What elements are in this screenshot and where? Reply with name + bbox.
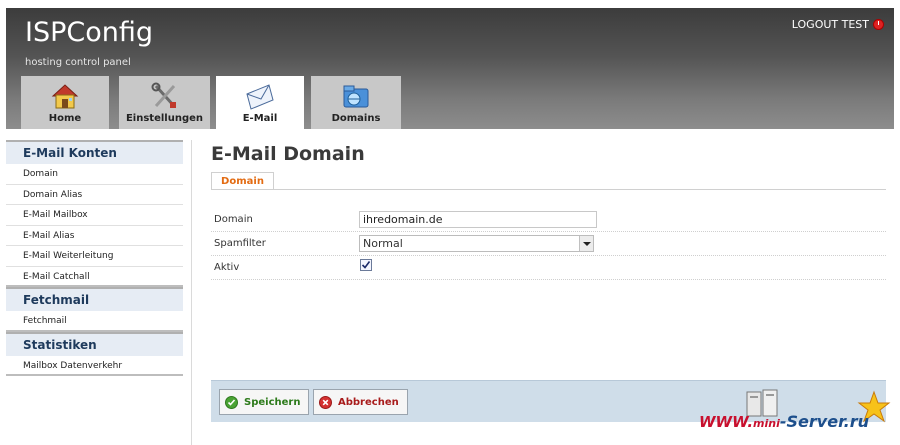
aktiv-label: Aktiv: [214, 262, 240, 273]
tab-domains[interactable]: Domains: [311, 76, 401, 129]
spamfilter-value: Normal: [363, 237, 403, 250]
sidebar-divider: [191, 140, 192, 445]
chevron-down-icon[interactable]: [579, 236, 593, 251]
sidebar: E-Mail Konten Domain Domain Alias E-Mail…: [6, 140, 183, 376]
watermark-mini: mini: [753, 417, 780, 430]
cancel-circle-icon: [319, 395, 332, 409]
cancel-button[interactable]: Abbrechen: [313, 389, 408, 415]
form-row-aktiv: Aktiv: [211, 256, 886, 280]
page-title: E-Mail Domain: [211, 143, 365, 165]
domains-icon: [343, 85, 369, 108]
logout-button[interactable]: LOGOUT TEST: [792, 18, 884, 31]
save-button[interactable]: Speichern: [219, 389, 310, 415]
power-icon: [873, 19, 884, 30]
envelope-icon: [246, 84, 274, 110]
form-row-spamfilter: Spamfilter Normal: [211, 232, 886, 256]
tab-einstellungen[interactable]: Einstellungen: [119, 76, 210, 129]
spamfilter-label: Spamfilter: [214, 238, 266, 249]
app-header: ISPConfig hosting control panel LOGOUT T…: [6, 8, 894, 129]
logout-label: LOGOUT TEST: [791, 18, 869, 31]
tab-einstellungen-label: Einstellungen: [125, 113, 204, 124]
tools-icon: [151, 82, 176, 108]
tab-home[interactable]: Home: [21, 76, 109, 129]
domain-label: Domain: [214, 214, 253, 225]
tab-email[interactable]: E-Mail: [216, 76, 304, 129]
sidebar-item-fetchmail[interactable]: Fetchmail: [6, 311, 183, 332]
sidebar-item-domain[interactable]: Domain: [6, 164, 183, 185]
sidebar-item-email-alias[interactable]: E-Mail Alias: [6, 226, 183, 246]
tab-home-label: Home: [48, 113, 82, 124]
cancel-button-label: Abbrechen: [338, 396, 399, 408]
watermark-prefix: WWW.: [699, 413, 754, 431]
sidebar-section-statistiken: Statistiken: [6, 331, 183, 356]
check-circle-icon: [225, 395, 238, 409]
home-icon: [51, 84, 79, 109]
domain-input[interactable]: ihredomain.de: [359, 211, 597, 228]
sidebar-section-fetchmail: Fetchmail: [6, 287, 183, 311]
tab-domain[interactable]: Domain: [211, 172, 274, 190]
spamfilter-select[interactable]: Normal: [359, 235, 594, 252]
aktiv-checkbox[interactable]: [360, 259, 372, 271]
sidebar-item-email-weiterleitung[interactable]: E-Mail Weiterleitung: [6, 246, 183, 267]
tab-divider: [211, 189, 886, 190]
form-row-domain: Domain ihredomain.de: [211, 208, 886, 232]
watermark: WWW.mini-Server.ru: [697, 388, 897, 443]
sidebar-item-mailbox-datenverkehr[interactable]: Mailbox Datenverkehr: [6, 356, 183, 376]
sidebar-item-domain-alias[interactable]: Domain Alias: [6, 185, 183, 205]
sidebar-item-email-mailbox[interactable]: E-Mail Mailbox: [6, 205, 183, 226]
tab-domains-label: Domains: [331, 113, 381, 124]
watermark-suffix: -Server.ru: [779, 412, 870, 431]
checkmark-icon: [361, 261, 371, 269]
sidebar-section-email-konten: E-Mail Konten: [6, 140, 183, 164]
app-logo: ISPConfig: [25, 17, 154, 48]
tab-email-label: E-Mail: [242, 113, 278, 124]
sidebar-item-email-catchall[interactable]: E-Mail Catchall: [6, 267, 183, 287]
app-tagline: hosting control panel: [25, 57, 131, 68]
watermark-text: WWW.mini-Server.ru: [699, 412, 869, 431]
save-button-label: Speichern: [244, 396, 301, 408]
